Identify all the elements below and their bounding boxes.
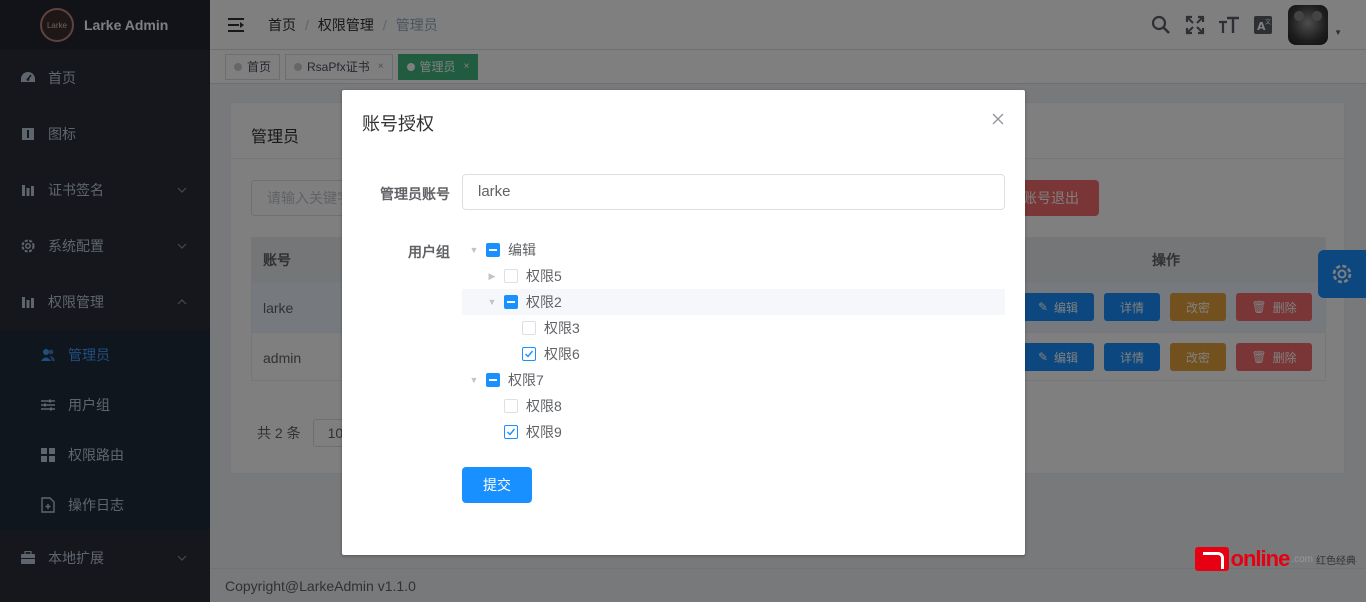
tree-checkbox[interactable] bbox=[504, 425, 518, 439]
tree-node-label: 权限8 bbox=[526, 398, 562, 414]
dialog-title: 账号授权 bbox=[362, 114, 434, 134]
tree-checkbox[interactable] bbox=[522, 347, 536, 361]
tree-checkbox[interactable] bbox=[486, 373, 500, 387]
watermark-logo-icon bbox=[1194, 547, 1229, 571]
caret-right-icon[interactable]: ▶ bbox=[480, 263, 504, 289]
tree-checkbox[interactable] bbox=[504, 269, 518, 283]
tree-node[interactable]: ▶ 权限8 bbox=[462, 393, 1005, 419]
tree-node[interactable]: ▶ 权限5 bbox=[462, 263, 1005, 289]
caret-down-icon[interactable]: ▼ bbox=[480, 289, 504, 315]
tree-checkbox[interactable] bbox=[486, 243, 500, 257]
tree-checkbox[interactable] bbox=[504, 399, 518, 413]
tree-checkbox[interactable] bbox=[522, 321, 536, 335]
tree-node-label: 编辑 bbox=[508, 242, 536, 258]
group-label: 用户组 bbox=[408, 244, 450, 260]
tree-node[interactable]: ▶ 权限3 bbox=[462, 315, 1005, 341]
watermark-domain: .com bbox=[1291, 553, 1313, 565]
tree-node[interactable]: ▼ 编辑 bbox=[462, 237, 1005, 263]
tree-node-label: 权限5 bbox=[526, 268, 562, 284]
check-icon bbox=[525, 350, 534, 358]
close-icon[interactable] bbox=[991, 112, 1005, 126]
tree-node[interactable]: ▼ 权限7 bbox=[462, 367, 1005, 393]
watermark: online .com 红色经典 bbox=[1194, 546, 1356, 572]
authorize-dialog: 账号授权 管理员账号 larke 用户组 ▼ 编辑 ▶ 权限5 ▼ 权限2 ▶ … bbox=[342, 90, 1025, 555]
tree-node-label: 权限6 bbox=[544, 346, 580, 362]
tree-checkbox[interactable] bbox=[504, 295, 518, 309]
tree-node[interactable]: ▶ 权限9 bbox=[462, 419, 1005, 445]
account-input[interactable]: larke bbox=[462, 174, 1005, 210]
submit-button[interactable]: 提交 bbox=[462, 467, 532, 503]
tree-node[interactable]: ▶ 权限6 bbox=[462, 341, 1005, 367]
tree-node-label: 权限9 bbox=[526, 424, 562, 440]
caret-down-icon[interactable]: ▼ bbox=[462, 367, 486, 393]
check-icon bbox=[507, 428, 516, 436]
group-tree: ▼ 编辑 ▶ 权限5 ▼ 权限2 ▶ 权限3 ▶ 权限6 ▼ bbox=[462, 237, 1005, 445]
tree-node-label: 权限7 bbox=[508, 372, 544, 388]
tree-node-label: 权限3 bbox=[544, 320, 580, 336]
tree-node-label: 权限2 bbox=[526, 294, 562, 310]
watermark-cn: 红色经典 bbox=[1316, 555, 1356, 567]
account-label: 管理员账号 bbox=[380, 186, 450, 202]
tree-node[interactable]: ▼ 权限2 bbox=[462, 289, 1005, 315]
caret-down-icon[interactable]: ▼ bbox=[462, 237, 486, 263]
watermark-text: online bbox=[1230, 546, 1291, 571]
